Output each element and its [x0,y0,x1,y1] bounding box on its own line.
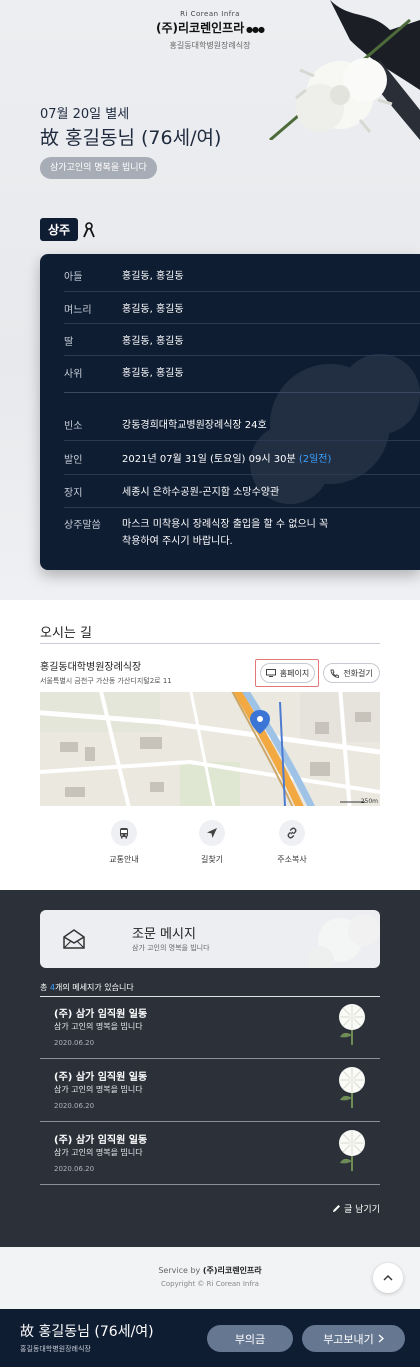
departure-value: 2021년 07월 31일 (토요일) 09시 30분 (2일전) [122,454,332,465]
notice-label: 상주말씀 [64,520,101,531]
hero-section: Ri Corean Infra (주)리코렌인프라 ●●● 홍길동대학병원장례식… [0,0,420,600]
chief-mourner-header: 상주 [40,218,95,241]
copyright: Copyright © Ri Corean Infra [161,1280,259,1288]
brand-logo: (주)리코렌인프라 ●●● [156,21,265,35]
condolence-money-button[interactable]: 부의금 [207,1325,293,1352]
burial-row: 장지 세종시 은하수공원-곤지함 소망수양관 [40,484,420,501]
copy-address-label: 주소복사 [277,855,307,864]
transit-info-button[interactable]: 교통안내 [84,820,164,865]
message-text: 삼가 고인의 명복을 빕니다 [54,1148,143,1157]
deceased-name: 故 홍길동님 (76세/여) [40,127,222,149]
mourner-relation: 아들 [64,272,83,283]
scroll-top-button[interactable] [373,1263,403,1293]
messages-header-card: 조문 메시지 삼가 고인의 명복을 빕니다 [40,910,380,968]
mourner-relation: 며느리 [64,305,92,316]
funeral-room-label: 빈소 [64,421,83,432]
message-count: 총 4개의 메세지가 있습니다 [40,983,134,992]
row-divider [64,355,420,356]
notice-row: 상주말씀 마스크 미착용시 장례식장 출입을 할 수 없으니 꼭 착용하여 주시… [40,516,420,550]
chevron-right-icon [378,1334,384,1343]
footer: Service by (주)리코렌인프라 Copyright © Ri Core… [0,1247,420,1309]
message-date: 2020.06.20 [54,1102,95,1110]
find-route-label: 길찾기 [200,855,224,864]
find-route-button[interactable]: 길찾기 [172,820,252,865]
map-scale: 250m [360,798,378,805]
notice-value: 마스크 미착용시 장례식장 출입을 할 수 없으니 꼭 착용하여 주시기 바랍니… [122,519,329,547]
venue-name: 홍길동대학병원장례식장 [40,662,142,673]
location-map[interactable]: 250m [40,692,380,806]
phone-icon [330,669,340,678]
message-item[interactable]: (주) 삼가 임직원 일동 삼가 고인의 명복을 빕니다 2020.06.20 [40,1060,380,1122]
transit-info-label: 교통안내 [109,855,139,864]
chrysanthemum-icon [339,1130,365,1171]
burial-value: 세종시 은하수공원-곤지함 소망수양관 [122,487,280,498]
departure-dday: (2일전) [298,454,332,465]
obituary-page: Ri Corean Infra (주)리코렌인프라 ●●● 홍길동대학병원장례식… [0,0,420,1367]
condolence-chip: 삼가고인의 명복을 빕니다 [40,157,157,179]
funeral-room-row: 빈소 강동경희대학교병원장례식장 24호 [40,417,420,434]
brand-header: Ri Corean Infra (주)리코렌인프라 ●●● 홍길동대학병원장례식… [0,10,420,51]
chevron-up-icon [383,1275,393,1281]
messages-title: 조문 메시지 [132,927,196,942]
mourner-relation: 사위 [64,369,83,380]
message-author: (주) 삼가 임직원 일동 [54,1072,148,1083]
row-divider [64,323,420,324]
message-item[interactable]: (주) 삼가 임직원 일동 삼가 고인의 명복을 빕니다 2020.06.20 [40,1123,380,1185]
chrysanthemum-icon [339,1067,365,1108]
navigation-icon [199,820,225,846]
message-author: (주) 삼가 임직원 일동 [54,1135,148,1146]
message-date: 2020.06.20 [54,1039,95,1047]
copy-address-button[interactable]: 주소복사 [252,820,332,865]
condolence-messages-section: 조문 메시지 삼가 고인의 명복을 빕니다 총 4개의 메세지가 있습니다 (주… [0,890,420,1247]
burial-label: 장지 [64,488,83,499]
mourner-row: 딸 홍길동, 홍길동 [40,333,420,350]
departure-row: 발인 2021년 07월 31일 (토요일) 09시 30분 (2일전) [40,451,420,468]
death-date: 07월 20일 별세 [40,107,130,122]
bus-icon [111,820,137,846]
mourner-info-card: 아들 홍길동, 홍길동 며느리 홍길동, 홍길동 딸 홍길동, 홍길동 사위 홍… [40,254,420,570]
write-message-button[interactable]: 글 남기기 [332,1202,380,1215]
call-button[interactable]: 전화걸기 [323,663,380,683]
monitor-icon [265,669,276,677]
mourner-row: 사위 홍길동, 홍길동 [40,365,420,382]
row-divider [64,507,420,508]
homepage-button[interactable]: 홈페이지 [260,663,315,683]
section-divider [64,392,420,393]
chief-mourner-tag: 상주 [40,218,79,241]
send-obituary-button[interactable]: 부고보내기 [302,1325,405,1352]
bottom-deceased-name: 故 홍길동님 (76세/여) [20,1324,154,1340]
bottom-action-bar: 故 홍길동님 (76세/여) 홍길동대학병원장례식장 부의금 부고보내기 [0,1309,420,1367]
mourner-row: 며느리 홍길동, 홍길동 [40,301,420,318]
message-text: 삼가 고인의 명복을 빕니다 [54,1085,143,1094]
messages-subtitle: 삼가 고인의 명복을 빕니다 [132,944,210,952]
link-icon [279,820,305,846]
row-divider [64,291,420,292]
funeral-room-value: 강동경희대학교병원장례식장 24호 [122,420,267,431]
row-divider [64,440,420,441]
row-divider [64,474,420,475]
message-author: (주) 삼가 임직원 일동 [54,1009,148,1020]
mourning-ribbon-icon [83,221,95,237]
message-date: 2020.06.20 [54,1165,95,1173]
mourner-row: 아들 홍길동, 홍길동 [40,268,420,285]
service-by: Service by (주)리코렌인프라 [158,1266,262,1275]
departure-label: 발인 [64,455,83,466]
flower-decoration-icon [306,914,380,968]
directions-title: 오시는 길 [40,626,92,641]
brand-hall-name: 홍길동대학병원장례식장 [169,41,251,50]
mourner-names: 홍길동, 홍길동 [122,336,184,347]
envelope-icon [63,929,85,949]
brand-tagline: Ri Corean Infra [180,10,240,18]
message-item[interactable]: (주) 삼가 임직원 일동 삼가 고인의 명복을 빕니다 2020.06.20 [40,997,380,1059]
venue-address: 서울특별시 금천구 가산동 가산디지털2로 11 [40,677,172,685]
pencil-icon [333,1205,341,1212]
mourner-names: 홍길동, 홍길동 [122,304,184,315]
directions-divider [40,643,380,644]
message-text: 삼가 고인의 명복을 빕니다 [54,1022,143,1031]
bottom-hall-name: 홍길동대학병원장례식장 [20,1345,91,1353]
mourner-relation: 딸 [64,337,74,348]
mourner-names: 홍길동, 홍길동 [122,271,184,282]
mourner-names: 홍길동, 홍길동 [122,368,184,379]
chrysanthemum-icon [339,1004,365,1045]
